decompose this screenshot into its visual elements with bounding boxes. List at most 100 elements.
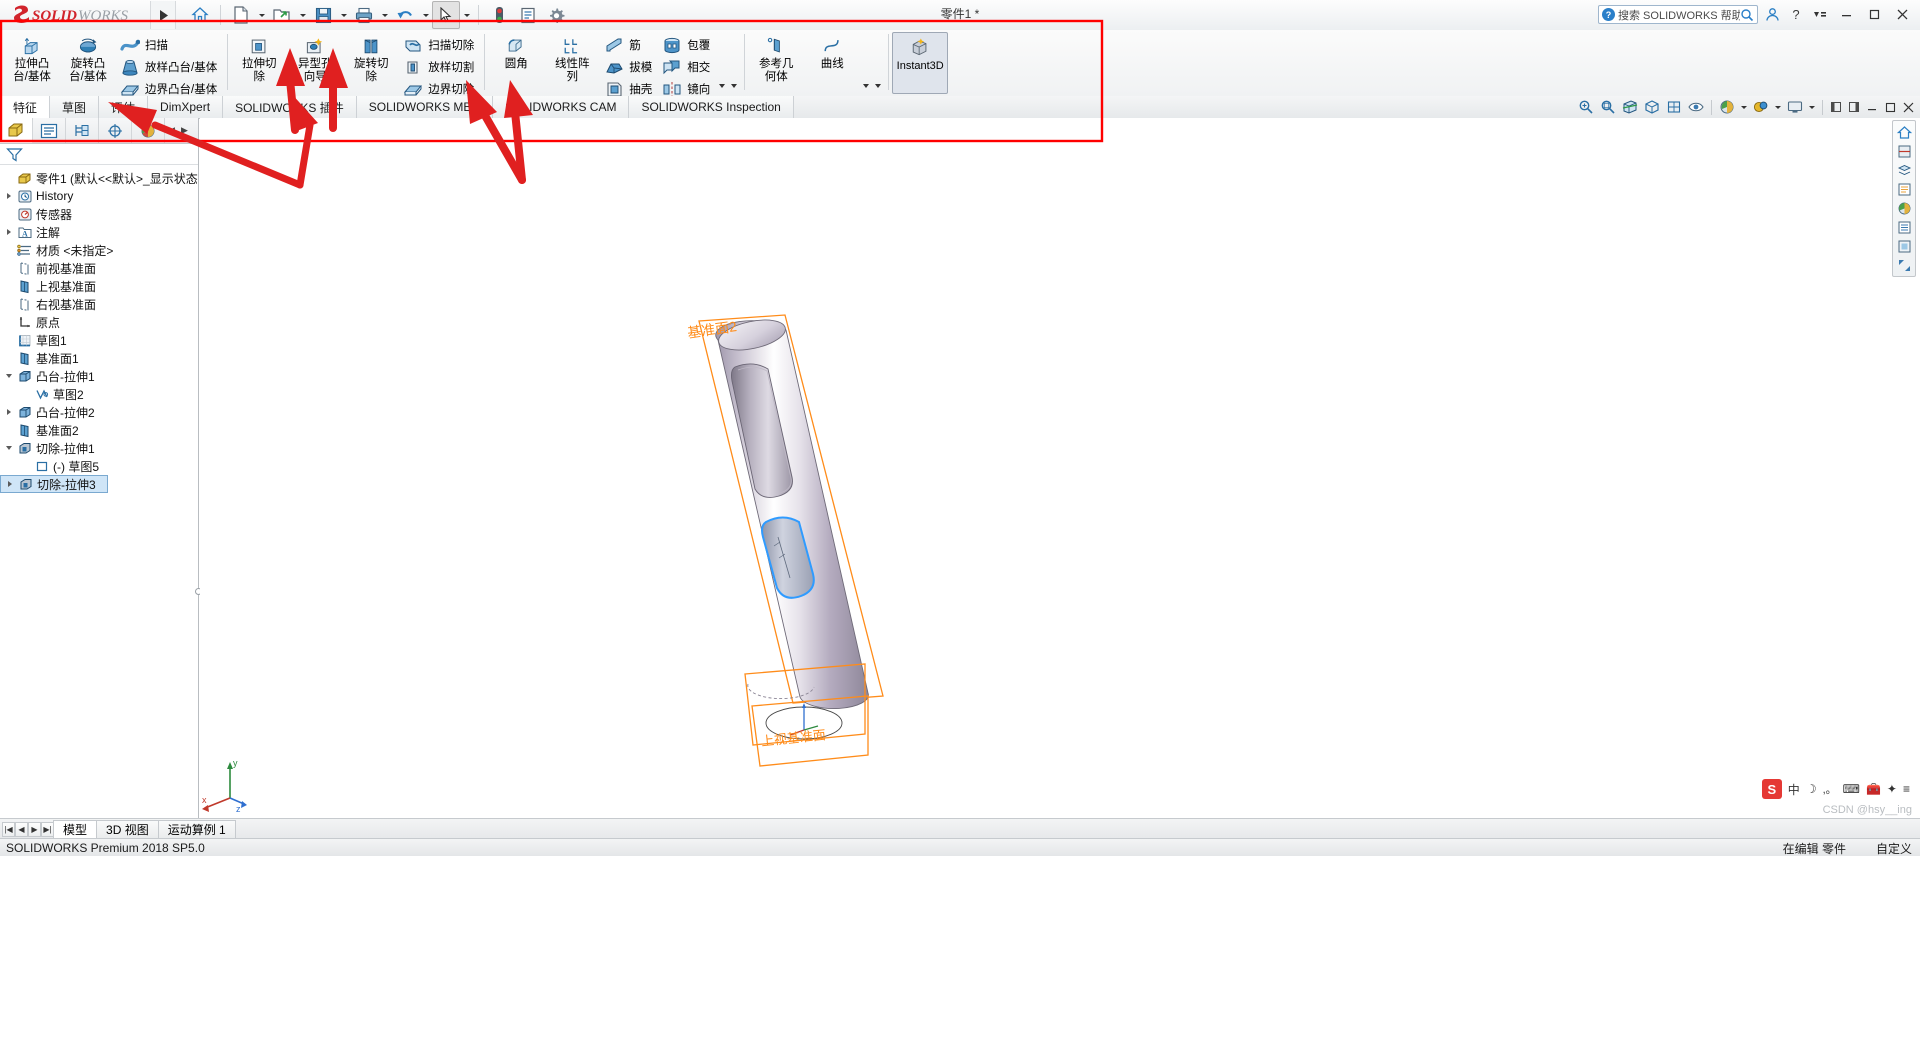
tree-root-item[interactable]: 零件1 (默认<<默认>_显示状态 1>) xyxy=(0,169,219,187)
rib-button[interactable]: 筋 xyxy=(600,34,658,56)
undo-icon[interactable] xyxy=(391,1,419,29)
tab-evaluate[interactable]: 评估 xyxy=(99,96,149,118)
tree-item-cut-extrude1[interactable]: 切除-拉伸1 xyxy=(0,439,198,457)
chevron-down-icon[interactable] xyxy=(728,78,740,94)
extruded-cut-button[interactable]: 拉伸切 除 xyxy=(231,32,287,94)
tab-next-icon[interactable]: ▶ xyxy=(28,821,41,837)
tab-dimxpert[interactable]: DimXpert xyxy=(148,96,224,118)
tree-expander[interactable] xyxy=(3,481,16,487)
document-restore-button[interactable] xyxy=(1828,97,1844,117)
chevron-down-icon[interactable] xyxy=(716,78,728,94)
open-folder-icon[interactable] xyxy=(268,1,296,29)
tab-prev-icon[interactable]: ◀ xyxy=(15,821,28,837)
file-properties-icon[interactable] xyxy=(514,1,542,29)
property-manager-tab[interactable] xyxy=(33,118,66,143)
bottom-tab-3d-views[interactable]: 3D 视图 xyxy=(96,819,159,839)
tree-item-boss-extrude2[interactable]: 凸台-拉伸2 xyxy=(0,403,198,421)
wrap-button[interactable]: 包覆 xyxy=(658,34,716,56)
tree-item-sketch5[interactable]: (-) 草图5 xyxy=(0,457,198,475)
tree-expander[interactable] xyxy=(2,374,15,378)
ime-keyboard-icon[interactable]: ⌨ xyxy=(1843,782,1860,796)
tree-item-history[interactable]: History xyxy=(0,187,198,205)
bottom-tab-model[interactable]: 模型 xyxy=(53,819,98,839)
ime-punct-icon[interactable]: ,。 xyxy=(1823,781,1837,797)
tree-item-cut-extrude3[interactable]: 切除-拉伸3 xyxy=(0,475,108,493)
feature-tree-filter[interactable] xyxy=(0,144,198,165)
zoom-to-area-icon[interactable] xyxy=(1598,97,1618,117)
dimxpert-manager-tab[interactable] xyxy=(99,118,132,143)
tree-item-plane1[interactable]: 基准面1 xyxy=(0,349,198,367)
zoom-to-fit-icon[interactable] xyxy=(1576,97,1596,117)
appearance-dropdown[interactable] xyxy=(1739,97,1749,117)
draft-button[interactable]: 拔模 xyxy=(600,56,658,78)
view-custom-icon[interactable] xyxy=(1895,237,1914,255)
section-view-icon[interactable] xyxy=(1620,97,1640,117)
ime-moon-icon[interactable]: ☽ xyxy=(1806,782,1817,796)
tab-solidworks-mbd[interactable]: SOLIDWORKS MBD xyxy=(356,96,494,118)
hide-show-icon[interactable] xyxy=(1686,97,1706,117)
select-dropdown[interactable] xyxy=(461,2,472,28)
swept-cut-button[interactable]: 扫描切除 xyxy=(399,34,480,56)
feature-manager-tree-tab[interactable] xyxy=(0,118,33,143)
tree-expander[interactable] xyxy=(2,409,15,415)
document-close-button[interactable] xyxy=(1900,97,1916,117)
view-scenes-icon[interactable] xyxy=(1895,218,1914,236)
revolved-cut-button[interactable]: 旋转切 除 xyxy=(343,32,399,94)
instant3d-toggle-button[interactable]: Instant3D xyxy=(892,32,949,94)
tab-first-icon[interactable]: |◀ xyxy=(2,821,15,837)
view-list-icon[interactable] xyxy=(1895,180,1914,198)
tab-features[interactable]: 特征 xyxy=(0,96,51,118)
scene-icon[interactable] xyxy=(1751,97,1771,117)
user-account-icon[interactable] xyxy=(1762,4,1782,26)
panel-splitter[interactable] xyxy=(193,548,202,638)
print-dropdown[interactable] xyxy=(379,2,390,28)
tab-solidworks-cam[interactable]: SOLIDWORKS CAM xyxy=(493,96,630,118)
lofted-cut-button[interactable]: 放样切割 xyxy=(399,56,480,78)
display-manager-tab[interactable] xyxy=(132,118,165,143)
curves-button[interactable]: 曲线 xyxy=(804,32,860,94)
ime-toolbox-icon[interactable]: 🧰 xyxy=(1866,782,1881,796)
view-home-icon[interactable] xyxy=(1895,123,1914,141)
new-document-icon[interactable] xyxy=(227,1,255,29)
tree-item-boss-extrude1[interactable]: 凸台-拉伸1 xyxy=(0,367,198,385)
search-icon[interactable] xyxy=(1740,8,1754,22)
hole-wizard-button[interactable]: 异型孔 向导 xyxy=(287,32,343,94)
rebuild-icon[interactable] xyxy=(485,1,513,29)
bottom-tab-motion-study[interactable]: 运动算例 1 xyxy=(157,819,236,839)
manager-tab-next[interactable]: ▶ xyxy=(178,118,191,143)
intersect-button[interactable]: 相交 xyxy=(658,56,716,78)
ime-menu-icon[interactable]: ≡ xyxy=(1903,782,1910,796)
logo-menu-arrow[interactable] xyxy=(150,1,176,29)
view-sections-icon[interactable] xyxy=(1895,142,1914,160)
view-orientation-icon[interactable] xyxy=(1642,97,1662,117)
home-icon[interactable] xyxy=(186,1,214,29)
view-settings-icon[interactable] xyxy=(1785,97,1805,117)
fillet-button[interactable]: 圆角 xyxy=(488,32,544,94)
undo-dropdown[interactable] xyxy=(420,2,431,28)
close-button[interactable] xyxy=(1890,4,1914,26)
tree-item-top-plane[interactable]: 上视基准面 xyxy=(0,277,198,295)
document-split-button[interactable] xyxy=(1846,97,1862,117)
tree-item-annotations[interactable]: A 注解 xyxy=(0,223,198,241)
print-icon[interactable] xyxy=(350,1,378,29)
display-style-icon[interactable] xyxy=(1664,97,1684,117)
document-minimize-button[interactable] xyxy=(1864,97,1880,117)
document-maximize-button[interactable] xyxy=(1882,97,1898,117)
view-expand-icon[interactable] xyxy=(1895,256,1914,274)
reference-geometry-button[interactable]: 参考几 何体 xyxy=(748,32,804,94)
scene-dropdown[interactable] xyxy=(1773,97,1783,117)
linear-pattern-button[interactable]: 线性阵 列 xyxy=(544,32,600,94)
maximize-button[interactable] xyxy=(1862,4,1886,26)
tree-expander[interactable] xyxy=(2,229,15,235)
tree-item-origin[interactable]: 原点 xyxy=(0,313,198,331)
appearance-icon[interactable] xyxy=(1717,97,1737,117)
swept-boss-base-button[interactable]: 扫描 xyxy=(116,34,223,56)
minimize-button[interactable] xyxy=(1834,4,1858,26)
chevron-down-icon[interactable] xyxy=(872,78,884,94)
tree-item-sketch2[interactable]: 草图2 xyxy=(0,385,198,403)
save-icon[interactable] xyxy=(309,1,337,29)
options-gear-icon[interactable] xyxy=(543,1,571,29)
configuration-manager-tab[interactable] xyxy=(66,118,99,143)
tree-item-front-plane[interactable]: 前视基准面 xyxy=(0,259,198,277)
save-dropdown[interactable] xyxy=(338,2,349,28)
